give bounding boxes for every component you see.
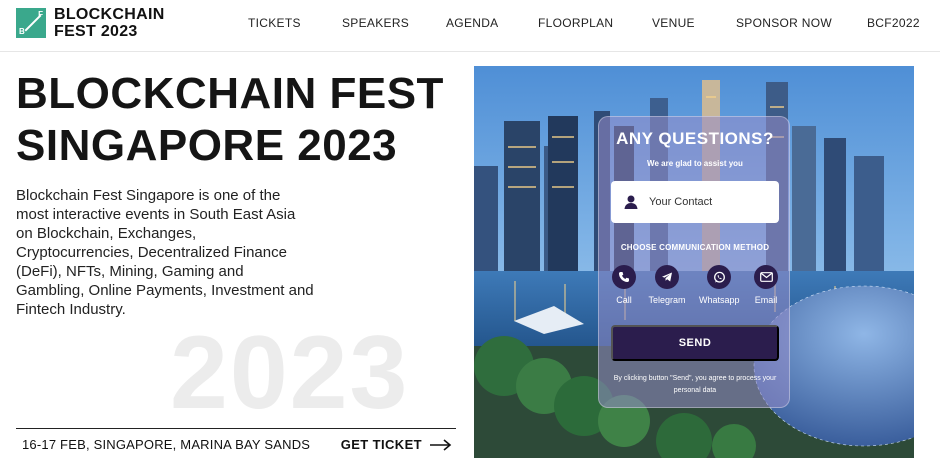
whatsapp-icon <box>713 271 725 283</box>
logo-mark-icon: B F <box>16 8 46 38</box>
page-title: BLOCKCHAIN FEST SINGAPORE 2023 <box>16 69 444 170</box>
nav-agenda[interactable]: AGENDA <box>446 16 498 30</box>
method-whatsapp[interactable]: Whatsapp <box>699 265 740 305</box>
nav-tickets[interactable]: TICKETS <box>248 16 301 30</box>
arrow-right-icon <box>430 438 452 451</box>
telegram-icon <box>662 272 672 282</box>
logo-text: BLOCKCHAIN FEST 2023 <box>54 6 165 40</box>
nav-bcf2022[interactable]: BCF2022 <box>867 16 920 30</box>
get-ticket-link[interactable]: GET TICKET <box>341 437 452 452</box>
send-button[interactable]: SEND <box>611 325 779 361</box>
contact-input-placeholder: Your Contact <box>649 196 713 208</box>
site-header: B F BLOCKCHAIN FEST 2023 TICKETS SPEAKER… <box>0 0 940 52</box>
contact-card-title: ANY QUESTIONS? <box>616 129 774 148</box>
method-label: CHOOSE COMMUNICATION METHOD <box>620 243 770 252</box>
event-date-location: 16-17 FEB, SINGAPORE, MARINA BAY SANDS <box>22 437 311 452</box>
nav-floorplan[interactable]: FLOORPLAN <box>538 16 613 30</box>
user-icon <box>624 195 638 209</box>
contact-card: ANY QUESTIONS? We are glad to assist you… <box>598 116 790 408</box>
method-call[interactable]: Call <box>604 265 644 305</box>
site-logo[interactable]: B F BLOCKCHAIN FEST 2023 <box>16 6 165 40</box>
phone-icon <box>619 272 629 282</box>
nav-speakers[interactable]: SPEAKERS <box>342 16 409 30</box>
hero-description: Blockchain Fest Singapore is one of the … <box>16 187 314 318</box>
contact-input[interactable]: Your Contact <box>611 181 779 223</box>
method-telegram[interactable]: Telegram <box>647 265 687 305</box>
email-icon <box>759 272 773 282</box>
contact-card-subtitle: We are glad to assist you <box>647 159 743 168</box>
background-year: 2023 <box>170 315 410 431</box>
method-email[interactable]: Email <box>746 265 786 305</box>
ticket-bar: 16-17 FEB, SINGAPORE, MARINA BAY SANDS G… <box>16 428 456 460</box>
nav-venue[interactable]: VENUE <box>652 16 695 30</box>
nav-sponsor-now[interactable]: SPONSOR NOW <box>736 16 832 30</box>
privacy-disclaimer: By clicking button "Send", you agree to … <box>613 375 777 394</box>
